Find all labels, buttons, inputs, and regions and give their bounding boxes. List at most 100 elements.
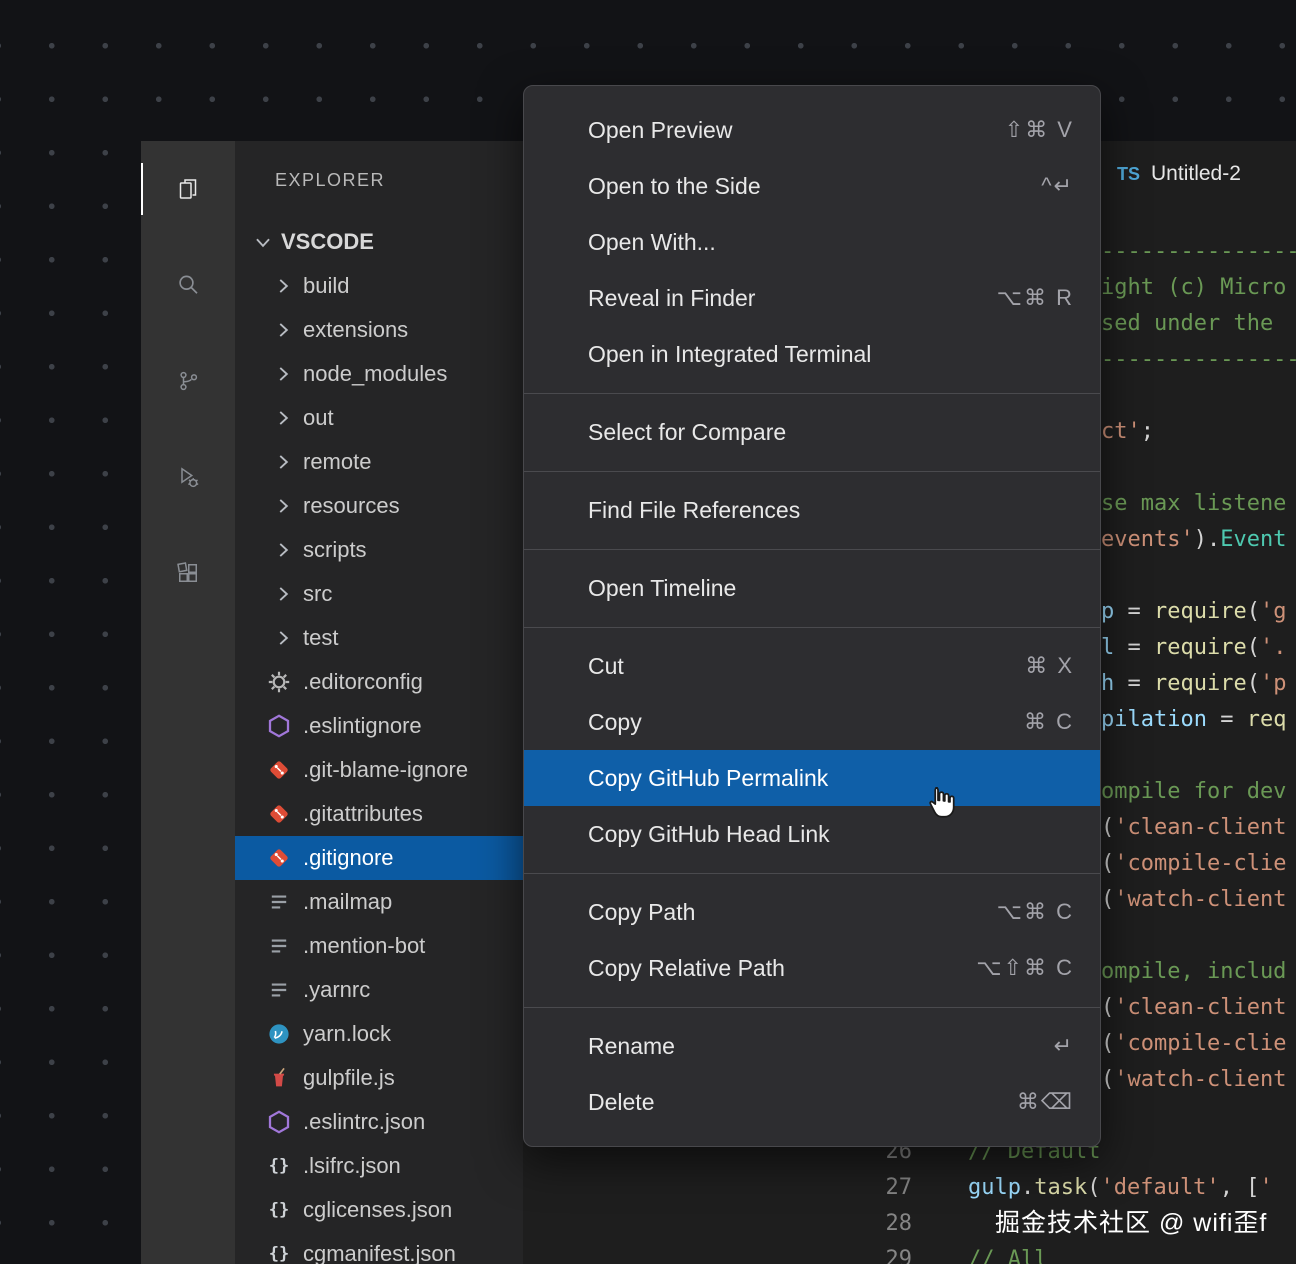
activity-search[interactable] [141, 237, 235, 333]
menu-item-shortcut: ⇧⌘ V [1005, 117, 1074, 143]
tab-untitled-2[interactable]: TS Untitled-2 [1101, 141, 1296, 207]
code-segment: = [1128, 671, 1155, 696]
menu-item-reveal-in-finder[interactable]: Reveal in Finder⌥⌘ R [524, 270, 1100, 326]
code-area[interactable]: --------------------ight (c) Microsed un… [1101, 234, 1296, 1098]
code-segment: ' [1259, 1175, 1272, 1200]
activity-extensions[interactable] [141, 525, 235, 621]
file-.lsifrc.json[interactable]: {}.lsifrc.json [235, 1144, 523, 1188]
tree-item-label: .gitignore [303, 845, 394, 871]
code-segment: ). [1194, 527, 1221, 552]
menu-item-open-with[interactable]: Open With... [524, 214, 1100, 270]
code-segment: req [1247, 707, 1287, 732]
code-segment: sed under the [1101, 311, 1286, 336]
folder-node_modules[interactable]: node_modules [235, 352, 523, 396]
file-.gitattributes[interactable]: .gitattributes [235, 792, 523, 836]
folder-src[interactable]: src [235, 572, 523, 616]
tree-item-label: scripts [303, 537, 367, 563]
menu-item-open-in-integrated-terminal[interactable]: Open in Integrated Terminal [524, 326, 1100, 382]
chevron-right-icon [271, 538, 295, 562]
folder-build[interactable]: build [235, 264, 523, 308]
code-segment: // All [968, 1247, 1047, 1264]
menu-item-copy-github-permalink[interactable]: Copy GitHub Permalink [524, 750, 1100, 806]
menu-item-find-file-references[interactable]: Find File References [524, 482, 1100, 538]
menu-item-copy[interactable]: Copy⌘ C [524, 694, 1100, 750]
menu-item-copy-path[interactable]: Copy Path⌥⌘ C [524, 884, 1100, 940]
folder-extensions[interactable]: extensions [235, 308, 523, 352]
line-number: 29 [860, 1242, 912, 1264]
code-segment: = [1128, 635, 1155, 660]
menu-item-copy-relative-path[interactable]: Copy Relative Path⌥⇧⌘ C [524, 940, 1100, 996]
menu-item-shortcut: ↵ [1054, 1033, 1074, 1059]
gear-icon [267, 670, 291, 694]
menu-item-cut[interactable]: Cut⌘ X [524, 638, 1100, 694]
menu-item-copy-github-head-link[interactable]: Copy GitHub Head Link [524, 806, 1100, 862]
file-.mention-bot[interactable]: .mention-bot [235, 924, 523, 968]
code-line-numbered: 29 // All [860, 1242, 1273, 1264]
menu-item-delete[interactable]: Delete⌘⌫ [524, 1074, 1100, 1130]
file-.editorconfig[interactable]: .editorconfig [235, 660, 523, 704]
code-line: ('watch-client [1101, 1062, 1296, 1098]
file-.yarnrc[interactable]: .yarnrc [235, 968, 523, 1012]
menu-item-rename[interactable]: Rename↵ [524, 1018, 1100, 1074]
code-segment: p [1101, 599, 1128, 624]
chevron-down-icon [251, 230, 275, 254]
folder-resources[interactable]: resources [235, 484, 523, 528]
file-yarn.lock[interactable]: yarn.lock [235, 1012, 523, 1056]
code-segment: ( [1101, 815, 1114, 840]
code-line: ompile for dev [1101, 774, 1296, 810]
menu-separator [524, 873, 1100, 874]
file-.gitignore[interactable]: .gitignore [235, 836, 523, 880]
file-tree: buildextensionsnode_modulesoutremote reso… [235, 264, 523, 1264]
code-segment: 'default' [1100, 1175, 1219, 1200]
menu-item-label: Copy GitHub Head Link [588, 821, 830, 848]
code-segment: ( [1101, 887, 1114, 912]
folder-scripts[interactable]: scripts [235, 528, 523, 572]
file-gulpfile.js[interactable]: gulpfile.js [235, 1056, 523, 1100]
menu-item-shortcut: ⌥⇧⌘ C [976, 955, 1074, 981]
code-line: ct'; [1101, 414, 1296, 450]
tree-item-label: resources [303, 493, 400, 519]
eslint-icon [267, 714, 291, 738]
sidebar-header: EXPLORER [235, 141, 523, 220]
folder-out[interactable]: out [235, 396, 523, 440]
file-.git-blame-ignore[interactable]: .git-blame-ignore [235, 748, 523, 792]
hand-cursor-icon [922, 783, 960, 821]
file-cglicenses.json[interactable]: {}cglicenses.json [235, 1188, 523, 1232]
gulp-icon [267, 1066, 291, 1090]
list-icon [267, 890, 291, 914]
menu-item-select-for-compare[interactable]: Select for Compare [524, 404, 1100, 460]
menu-item-label: Select for Compare [588, 419, 786, 446]
folder-remote[interactable]: remote [235, 440, 523, 484]
code-segment: = [1128, 599, 1155, 624]
file-cgmanifest.json[interactable]: {}cgmanifest.json [235, 1232, 523, 1264]
tree-item-label: .lsifrc.json [303, 1153, 401, 1179]
activity-source-control[interactable] [141, 333, 235, 429]
code-line [1101, 738, 1296, 774]
activity-run-debug[interactable] [141, 429, 235, 525]
file-.eslintignore[interactable]: .eslintignore [235, 704, 523, 748]
folder-test[interactable]: test [235, 616, 523, 660]
menu-item-label: Delete [588, 1089, 654, 1116]
tree-item-label: cglicenses.json [303, 1197, 452, 1223]
code-line: se max listene [1101, 486, 1296, 522]
line-number: 28 [860, 1206, 912, 1242]
menu-item-shortcut: ⌥⌘ C [997, 899, 1074, 925]
file-.mailmap[interactable]: .mailmap [235, 880, 523, 924]
typescript-file-icon: TS [1117, 164, 1140, 185]
code-segment: 'compile-clie [1114, 851, 1286, 876]
menu-item-open-timeline[interactable]: Open Timeline [524, 560, 1100, 616]
code-segment: 'p [1260, 671, 1287, 696]
code-segment: ompile for dev [1101, 779, 1286, 804]
tree-item-label: .git-blame-ignore [303, 757, 468, 783]
chevron-right-icon [271, 274, 295, 298]
code-segment: ompile, includ [1101, 959, 1286, 984]
menu-separator [524, 627, 1100, 628]
menu-item-open-preview[interactable]: Open Preview⇧⌘ V [524, 102, 1100, 158]
code-segment: 'compile-clie [1114, 1031, 1286, 1056]
activity-explorer[interactable] [141, 141, 235, 237]
code-line: ('watch-client [1101, 882, 1296, 918]
tree-root-vscode[interactable]: VSCODE [235, 220, 523, 264]
file-.eslintrc.json[interactable]: .eslintrc.json [235, 1100, 523, 1144]
menu-item-open-to-the-side[interactable]: Open to the Side^↵ [524, 158, 1100, 214]
tree-item-label: gulpfile.js [303, 1065, 395, 1091]
